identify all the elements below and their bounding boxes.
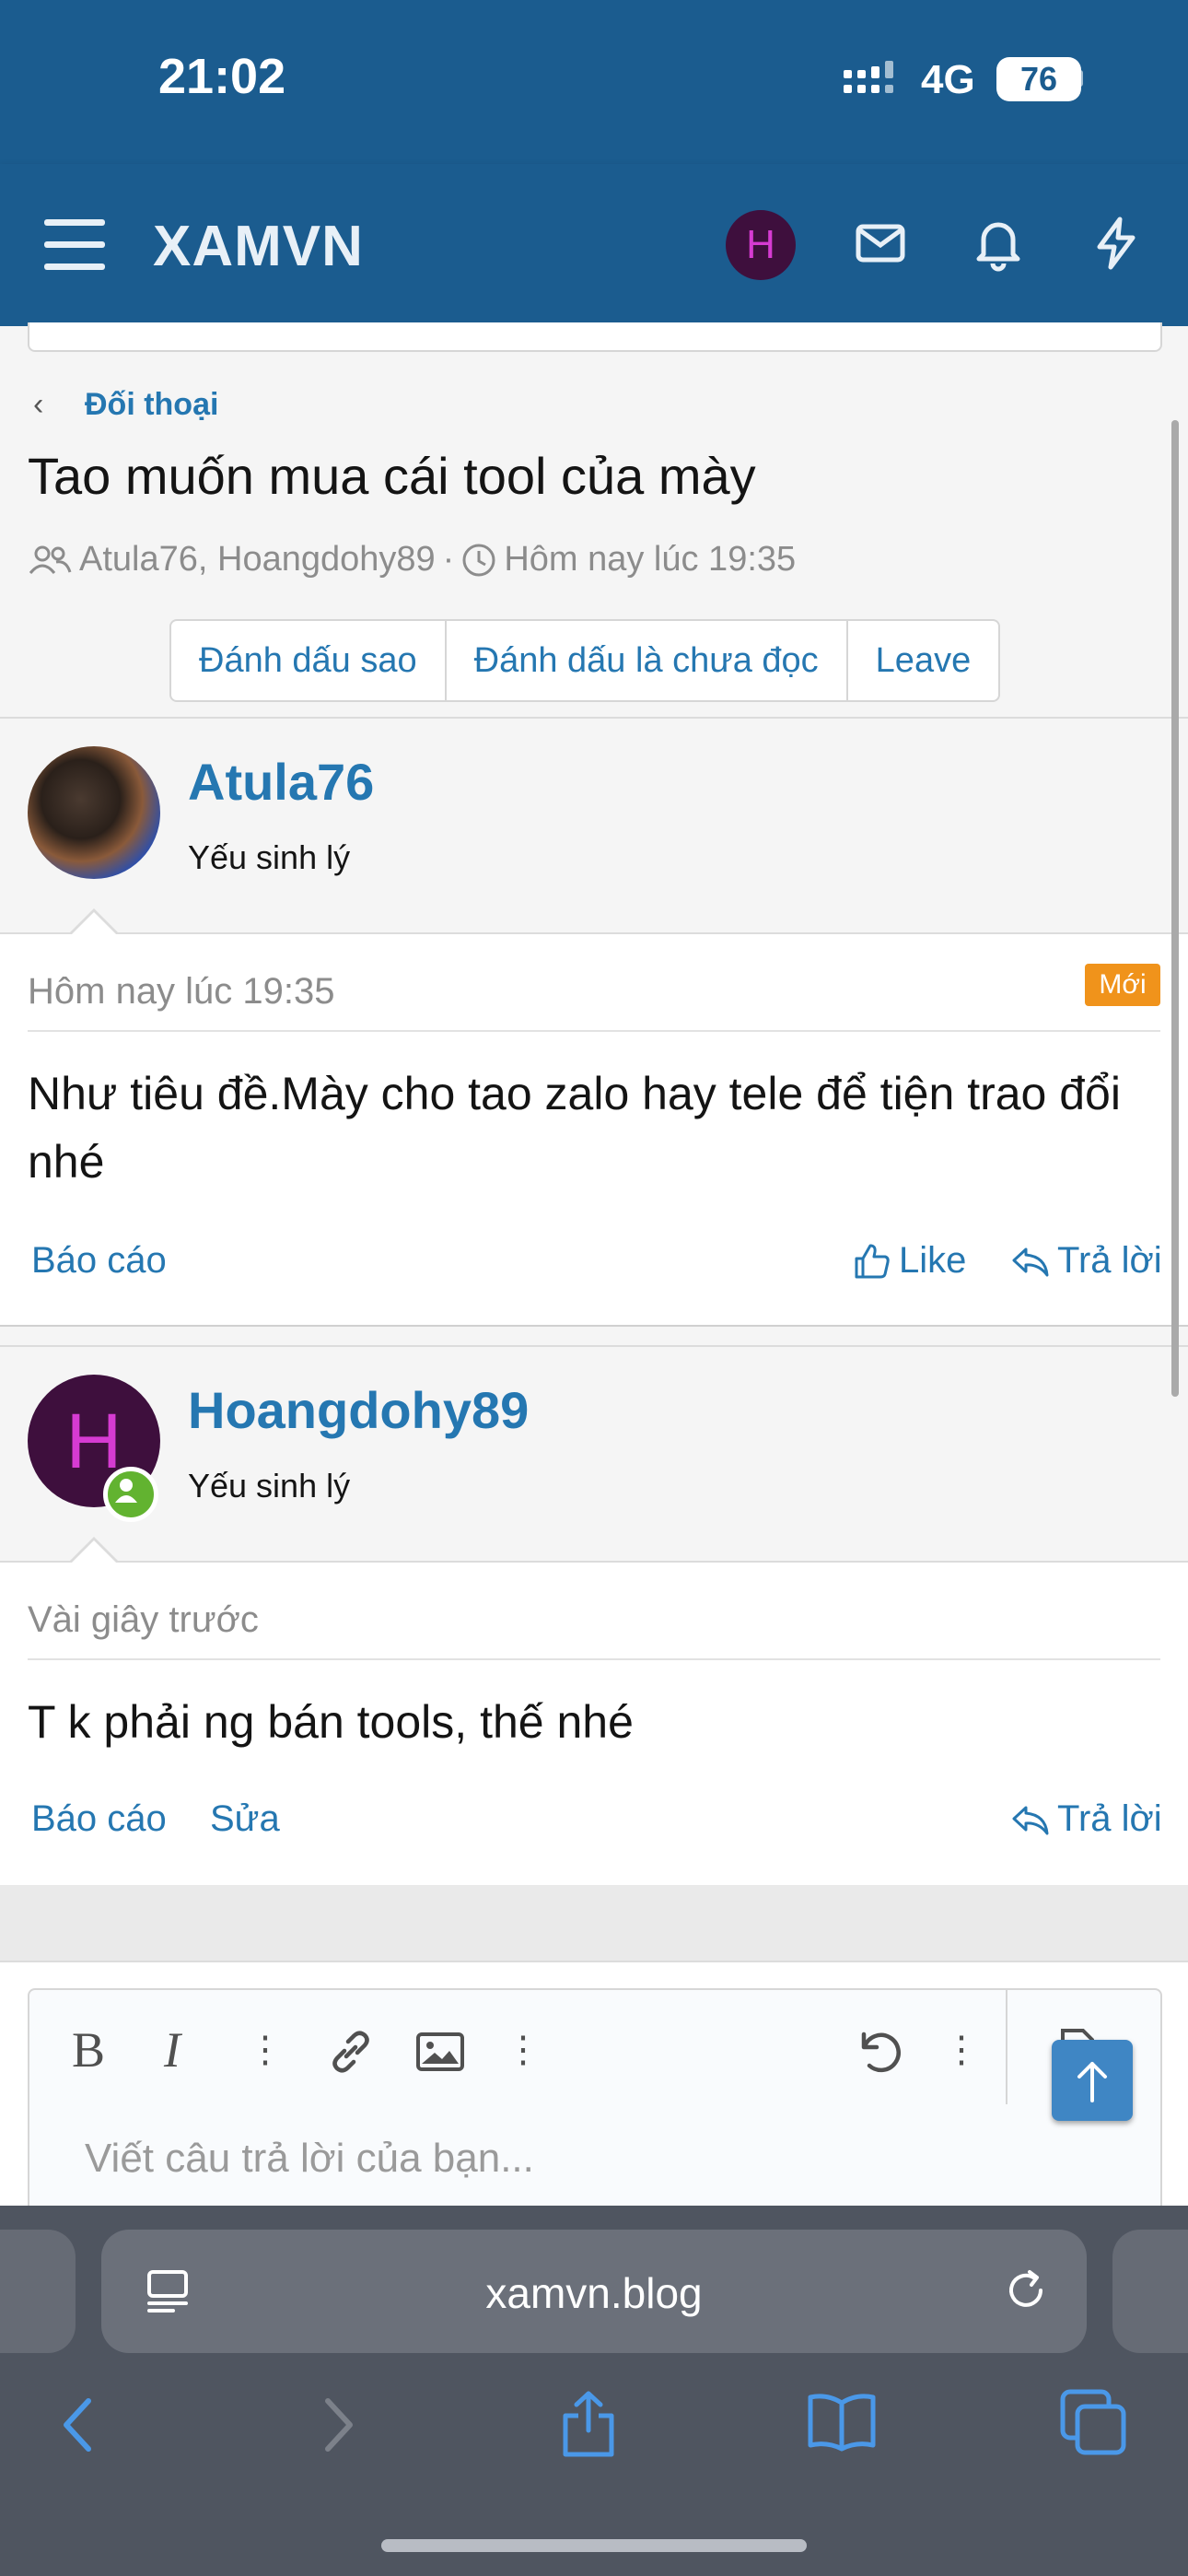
reply-button[interactable]: Trả lời: [1011, 1798, 1162, 1840]
like-label: Like: [899, 1240, 967, 1281]
bookmarks-icon[interactable]: [805, 2392, 879, 2453]
message-user-header: [0, 1345, 1188, 1557]
top-frame: [28, 322, 1162, 352]
reply-input-placeholder[interactable]: Viết câu trả lời của bạn...: [85, 2136, 534, 2182]
pointer-arrow-fill: [72, 1540, 116, 1563]
home-indicator[interactable]: [381, 2539, 807, 2552]
clock-icon: [462, 544, 495, 576]
online-icon: [103, 1467, 158, 1522]
report-link[interactable]: Báo cáo: [31, 1240, 167, 1282]
message-time[interactable]: Hôm nay lúc 19:35: [28, 971, 335, 1013]
reply-icon: [1012, 1806, 1049, 1834]
meta-separator: ·: [442, 540, 455, 579]
toolbar-divider: [1006, 1990, 1007, 2104]
mark-unread-button[interactable]: Đánh dấu là chưa đọc: [447, 621, 848, 700]
reply-label: Trả lời: [1057, 1240, 1162, 1281]
report-link[interactable]: Báo cáo: [31, 1798, 167, 1840]
report-label: Báo cáo: [31, 1798, 167, 1839]
back-icon[interactable]: [57, 2395, 103, 2454]
message-text: Như tiêu đề.Mày cho tao zalo hay tele để…: [28, 1068, 1121, 1188]
reply-icon: [1012, 1247, 1049, 1276]
thread-date: Hôm nay lúc 19:35: [504, 540, 797, 579]
users-icon: [29, 545, 72, 574]
share-icon[interactable]: [556, 2386, 621, 2460]
url-text[interactable]: xamvn.blog: [101, 2268, 1087, 2318]
tabs-icon[interactable]: [1059, 2388, 1127, 2456]
more-options-icon[interactable]: ⋮: [505, 2029, 542, 2071]
thread-meta: Atula76, Hoangdohy89 · Hôm nay lúc 19:35: [28, 540, 796, 580]
site-logo[interactable]: XAMVN: [153, 214, 364, 279]
more-options-icon[interactable]: ⋮: [247, 2029, 284, 2071]
edit-link[interactable]: Sửa: [210, 1798, 280, 1840]
edit-label: Sửa: [210, 1798, 280, 1839]
next-tab[interactable]: [1112, 2230, 1188, 2353]
undo-icon[interactable]: [853, 2025, 906, 2078]
reply-button[interactable]: Trả lời: [1011, 1240, 1162, 1282]
user-title: Yếu sinh lý: [188, 838, 351, 876]
scrollbar[interactable]: [1171, 420, 1179, 1397]
scroll-to-top-button[interactable]: [1052, 2040, 1133, 2121]
divider: [28, 1030, 1160, 1032]
battery-tip: [1077, 70, 1083, 87]
username[interactable]: Hoangdohy89: [188, 1380, 529, 1440]
mail-icon[interactable]: [851, 214, 910, 273]
italic-icon[interactable]: I: [164, 2021, 181, 2078]
forward-icon[interactable]: [315, 2395, 361, 2454]
breadcrumb[interactable]: Đối thoại: [85, 387, 218, 423]
username[interactable]: Atula76: [188, 752, 374, 812]
chevron-left-icon[interactable]: ‹: [33, 387, 43, 423]
divider: [28, 1658, 1160, 1660]
message-time[interactable]: Vài giây trước: [28, 1599, 259, 1641]
reload-icon[interactable]: [1002, 2266, 1052, 2316]
message-text: T k phải ng bán tools, thế nhé: [28, 1696, 634, 1748]
thumbs-up-icon: [855, 1244, 890, 1278]
image-icon[interactable]: [414, 2031, 466, 2073]
previous-tab[interactable]: [0, 2230, 76, 2353]
star-button[interactable]: Đánh dấu sao: [171, 621, 447, 700]
bell-icon[interactable]: [969, 214, 1028, 273]
more-options-icon[interactable]: ⋮: [943, 2029, 980, 2071]
page-title: Tao muốn mua cái tool của mày: [28, 447, 756, 505]
status-time: 21:02: [158, 49, 286, 104]
account-avatar[interactable]: H: [726, 210, 796, 280]
report-label: Báo cáo: [31, 1240, 167, 1281]
message-user-header: [0, 717, 1188, 929]
network-type: 4G: [921, 57, 975, 102]
new-badge: Mới: [1085, 964, 1160, 1006]
reply-label: Trả lời: [1057, 1798, 1162, 1839]
link-icon[interactable]: [326, 2027, 376, 2077]
user-title: Yếu sinh lý: [188, 1467, 351, 1505]
participants: Atula76, Hoangdohy89: [79, 540, 436, 579]
arrow-up-icon: [1077, 2062, 1107, 2102]
section-gap: [0, 1885, 1188, 1962]
leave-button[interactable]: Leave: [848, 621, 999, 700]
lightning-icon[interactable]: [1087, 214, 1146, 273]
pointer-arrow-fill: [72, 912, 116, 934]
bold-icon[interactable]: B: [72, 2021, 105, 2078]
signal-icon: [844, 61, 893, 93]
thread-actions: Đánh dấu sao Đánh dấu là chưa đọc Leave: [169, 619, 1001, 702]
battery-indicator: 76: [996, 57, 1081, 101]
menu-icon[interactable]: [44, 219, 105, 271]
like-button[interactable]: Like: [853, 1240, 966, 1282]
avatar[interactable]: [28, 746, 160, 879]
